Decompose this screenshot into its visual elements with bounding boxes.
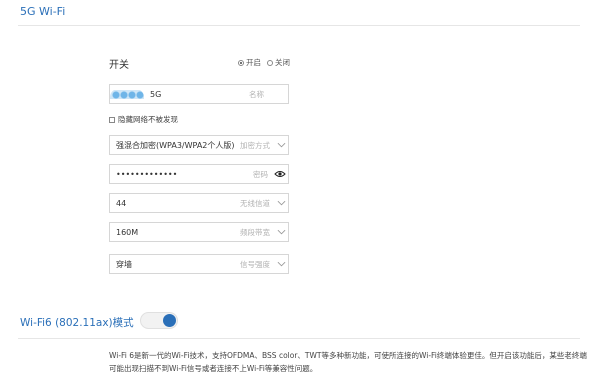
toggle-knob [163,314,176,327]
radio-off[interactable]: 关闭 [267,57,290,68]
signal-hint: 信号强度 [240,259,270,269]
channel-hint: 无线信道 [240,198,270,208]
channel-select[interactable]: 44 无线信道 [109,193,289,213]
password-input[interactable]: ••••••••••••• 密码 [109,164,289,184]
hide-network-label: 隐藏网络不被发现 [118,115,178,124]
radio-off-label: 关闭 [275,58,290,67]
hide-network-row[interactable]: 隐藏网络不被发现 [109,114,178,125]
chevron-down-icon[interactable] [274,142,288,148]
ssid-value: 5G [150,89,162,99]
signal-value: 穿墙 [116,259,132,269]
switch-label: 开关 [109,60,129,71]
ssid-input[interactable]: 5G 名称 [109,84,289,104]
section-title-wifi6: Wi-Fi6 (802.11ax)模式 [20,317,134,329]
switch-radio-group: 开启 关闭 [238,57,290,68]
radio-on[interactable]: 开启 [238,57,261,68]
encryption-hint: 加密方式 [240,140,270,150]
signal-select[interactable]: 穿墙 信号强度 [109,254,289,274]
wifi6-description: Wi-Fi 6是新一代的Wi-Fi技术，支持OFDMA、BSS color、TW… [109,351,587,373]
bandwidth-select[interactable]: 160M 频段带宽 [109,222,289,242]
password-value: ••••••••••••• [116,169,178,179]
encryption-value: 强混合加密(WPA3/WPA2个人版) [116,140,235,150]
password-hint: 密码 [253,169,268,179]
redacted-ssid-blob [110,89,144,99]
chevron-down-icon[interactable] [274,229,288,235]
channel-value: 44 [116,198,127,208]
divider [18,338,580,339]
bandwidth-value: 160M [116,227,139,237]
divider [18,25,580,26]
radio-on-dot[interactable] [238,59,244,66]
chevron-down-icon[interactable] [274,200,288,206]
eye-icon[interactable] [272,170,288,178]
section-title-5g-wifi: 5G Wi-Fi [20,5,66,18]
ssid-hint: 名称 [249,89,264,99]
hide-network-checkbox[interactable] [109,116,115,123]
encryption-select[interactable]: 强混合加密(WPA3/WPA2个人版) 加密方式 [109,135,289,155]
bandwidth-hint: 频段带宽 [240,227,270,237]
chevron-down-icon[interactable] [274,261,288,267]
radio-on-label: 开启 [246,58,261,67]
wifi6-toggle[interactable] [140,312,178,329]
radio-off-dot[interactable] [267,59,273,66]
